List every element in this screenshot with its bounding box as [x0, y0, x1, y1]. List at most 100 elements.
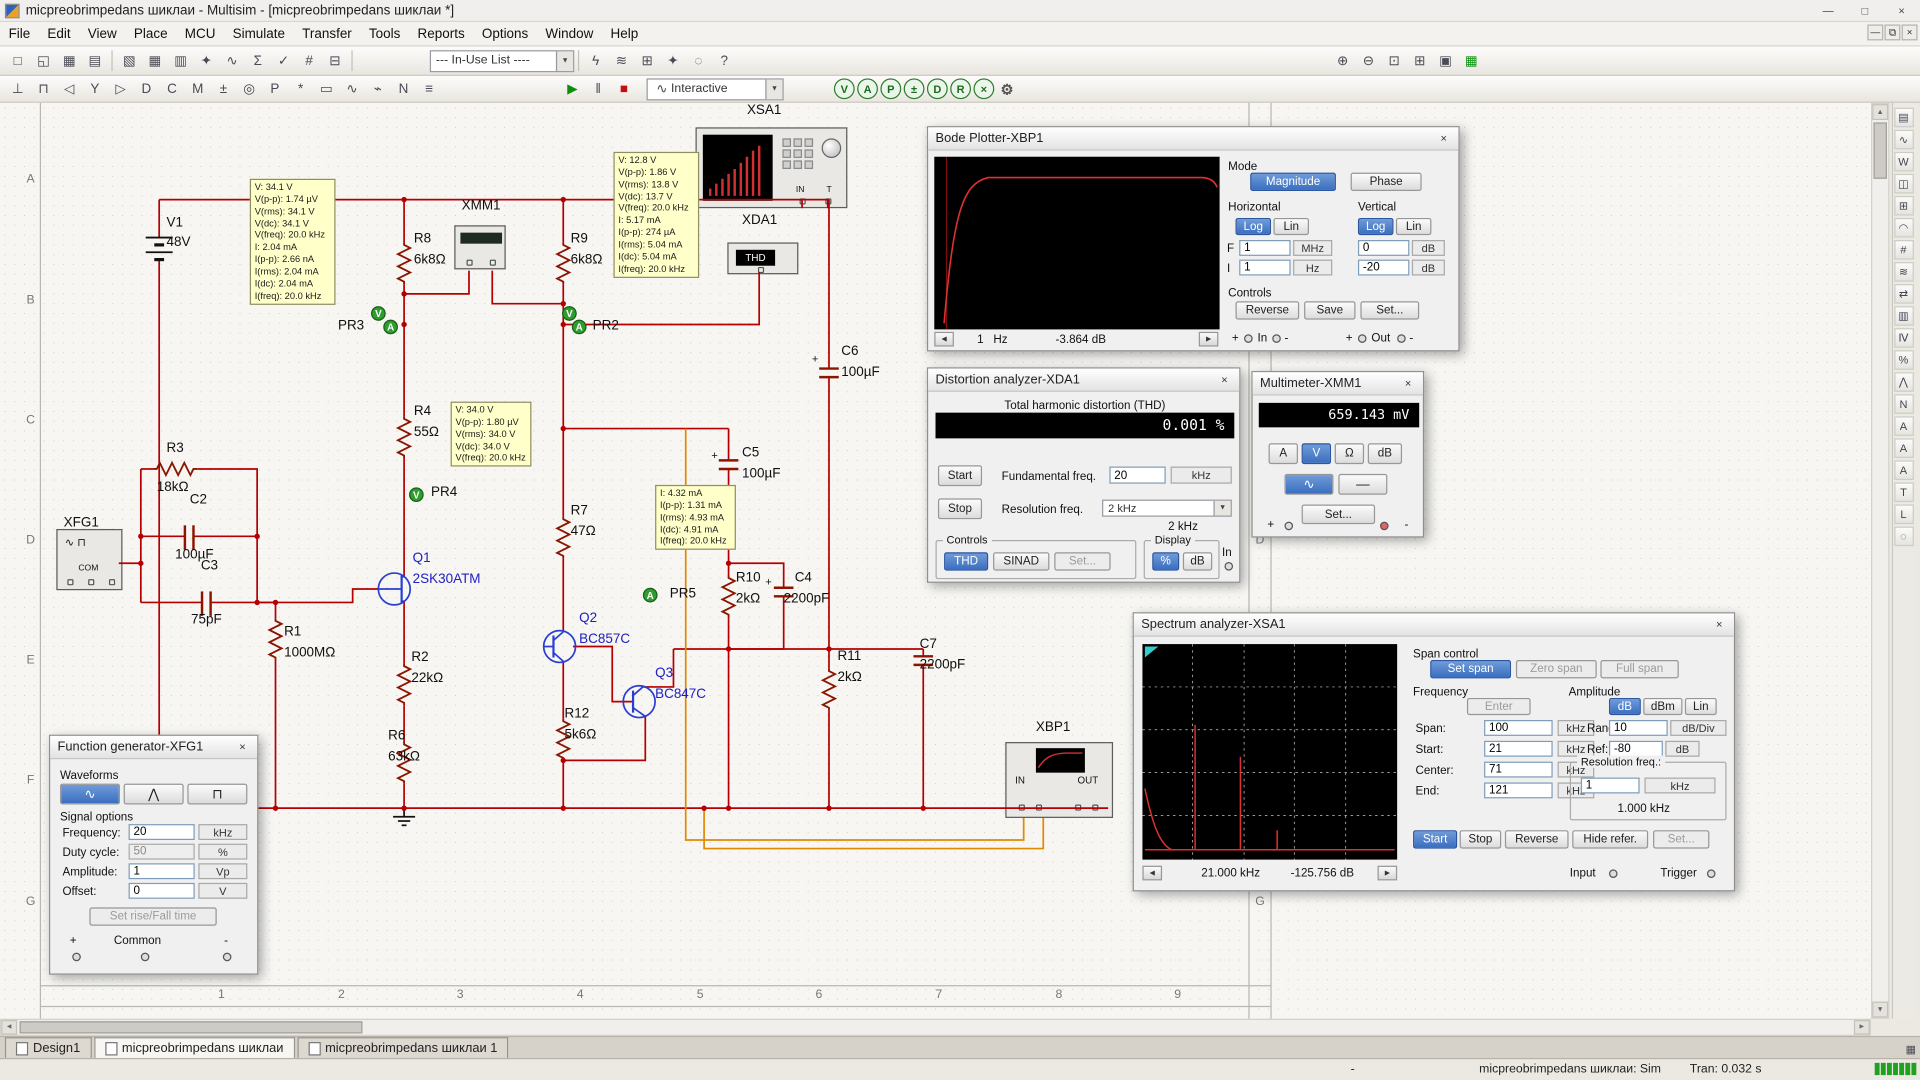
volt-button[interactable]: V: [1302, 443, 1331, 464]
window-titlebar[interactable]: Multimeter-XMM1 ×: [1253, 372, 1423, 395]
iv-analyzer-icon[interactable]: Ⅳ: [1894, 328, 1914, 348]
word-generator-icon[interactable]: ≋: [1894, 262, 1914, 282]
zoom-in-icon[interactable]: ⊕: [1330, 48, 1356, 72]
component-wizard-icon[interactable]: ✦: [193, 48, 219, 72]
terminal[interactable]: [1092, 804, 1098, 810]
place-misc-icon[interactable]: *: [288, 77, 314, 101]
reverse-button[interactable]: Reverse: [1505, 830, 1569, 848]
place-mixed-icon[interactable]: ±: [211, 77, 237, 101]
tektronix-oscilloscope-icon[interactable]: T: [1894, 482, 1914, 502]
logic-converter-icon[interactable]: ⇄: [1894, 284, 1914, 304]
network-analyzer-icon[interactable]: N: [1894, 394, 1914, 414]
frequency-input[interactable]: 20: [129, 824, 195, 840]
function-generator-symbol[interactable]: ∿ ⊓ COM: [56, 529, 122, 590]
scroll-left-icon[interactable]: ◄: [1, 1020, 17, 1035]
region-icon[interactable]: #: [296, 48, 322, 72]
thd-button[interactable]: THD: [944, 552, 988, 570]
postprocessor-icon[interactable]: Σ: [245, 48, 271, 72]
database-manager-icon[interactable]: ▥: [168, 48, 194, 72]
db-button[interactable]: dB: [1368, 443, 1402, 464]
distortion-analyzer-symbol[interactable]: THD: [727, 242, 798, 274]
multimeter-window[interactable]: Multimeter-XMM1 × 659.143 mV A V Ω dB ∿ …: [1251, 371, 1424, 538]
magnitude-button[interactable]: Magnitude: [1250, 173, 1336, 191]
place-bus-icon[interactable]: ≡: [416, 77, 442, 101]
spectrum-analyzer-icon[interactable]: ⋀: [1894, 372, 1914, 392]
zoom-area-icon[interactable]: ⊡: [1381, 48, 1407, 72]
differential-probe-icon[interactable]: ±: [904, 78, 925, 99]
horizontal-log-button[interactable]: Log: [1236, 218, 1272, 235]
cursor-right-button[interactable]: ►: [1199, 332, 1219, 347]
measurement-probe[interactable]: A: [572, 320, 587, 335]
spectrum-analyzer-window[interactable]: Spectrum analyzer-XSA1 × ◄ 21.000 kHz -1…: [1133, 612, 1735, 891]
child-restore-button[interactable]: ⧉: [1884, 24, 1900, 40]
window-titlebar[interactable]: Function generator-XFG1 ×: [50, 736, 257, 759]
end-input[interactable]: 121: [1484, 782, 1553, 798]
bode-plotter-symbol[interactable]: IN OUT: [1005, 742, 1113, 818]
agilent-oscilloscope-icon[interactable]: A: [1894, 460, 1914, 480]
sine-wave-button[interactable]: ∿: [60, 784, 120, 805]
find-icon[interactable]: ◌: [686, 48, 712, 72]
terminal[interactable]: [1075, 804, 1081, 810]
maximize-button[interactable]: □: [1847, 0, 1884, 22]
square-wave-button[interactable]: ⊓: [187, 784, 247, 805]
analysis-icon[interactable]: ≋: [609, 48, 635, 72]
terminal[interactable]: [1036, 804, 1042, 810]
minus-terminal[interactable]: [1380, 522, 1389, 531]
zero-span-button[interactable]: Zero span: [1516, 660, 1597, 678]
place-nc-module-icon[interactable]: N: [391, 77, 417, 101]
voltage-probe-icon[interactable]: V: [834, 78, 855, 99]
labview-instrument-icon[interactable]: L: [1894, 504, 1914, 524]
resolution-freq-dropdown[interactable]: 2 kHz ▼: [1102, 500, 1232, 517]
frequency-unit[interactable]: kHz: [198, 824, 247, 840]
scroll-up-icon[interactable]: ▲: [1872, 104, 1888, 120]
terminal[interactable]: [1019, 804, 1025, 810]
child-close-button[interactable]: ×: [1902, 24, 1918, 40]
oscilloscope-icon[interactable]: ◫: [1894, 174, 1914, 194]
current-clamp-icon[interactable]: ◌: [1894, 527, 1914, 547]
wizard-icon[interactable]: ✦: [660, 48, 686, 72]
distortion-analyzer-window[interactable]: Distortion analyzer-XDA1 × Total harmoni…: [927, 367, 1240, 583]
menu-item[interactable]: File: [0, 23, 39, 45]
bode-plotter-icon[interactable]: ◠: [1894, 218, 1914, 238]
in-plus-terminal[interactable]: [1244, 334, 1253, 343]
fundamental-freq-input[interactable]: 20: [1109, 467, 1165, 484]
place-transistor-icon[interactable]: Y: [82, 77, 108, 101]
db-button[interactable]: dB: [1609, 698, 1641, 715]
place-diode-icon[interactable]: ◁: [56, 77, 82, 101]
full-span-button[interactable]: Full span: [1600, 660, 1678, 678]
vertical-log-button[interactable]: Log: [1358, 218, 1394, 235]
terminal[interactable]: [67, 579, 73, 585]
dropdown-arrow-icon[interactable]: ▼: [556, 51, 573, 71]
trigger-terminal[interactable]: [1707, 869, 1716, 878]
menu-item[interactable]: Transfer: [294, 23, 361, 45]
sheet-tab[interactable]: micpreobrimpedans шиклаи: [94, 1037, 295, 1058]
design-toolbox-icon[interactable]: ▧: [116, 48, 142, 72]
vertical-scrollbar[interactable]: ▲ ▼: [1871, 103, 1889, 1019]
window-titlebar[interactable]: Spectrum analyzer-XSA1 ×: [1134, 613, 1734, 636]
place-basic-icon[interactable]: ⊓: [31, 77, 57, 101]
breadboard-icon[interactable]: ⊟: [322, 48, 348, 72]
menu-item[interactable]: Options: [473, 23, 537, 45]
digital-probe-icon[interactable]: D: [927, 78, 948, 99]
menu-item[interactable]: Help: [602, 23, 647, 45]
spectrum-analyzer-symbol[interactable]: IN T: [696, 127, 848, 208]
horizontal-initial-input[interactable]: 1: [1239, 260, 1290, 276]
triangle-wave-button[interactable]: ⋀: [124, 784, 184, 805]
set-button[interactable]: Set...: [1054, 552, 1110, 570]
new-icon[interactable]: □: [5, 48, 31, 72]
run-button[interactable]: ▶: [560, 77, 586, 101]
center-input[interactable]: 71: [1484, 762, 1553, 778]
cursor-right-button[interactable]: ►: [1378, 866, 1398, 881]
measurement-probe[interactable]: V: [409, 487, 424, 502]
zoom-fit-icon[interactable]: ⊞: [1407, 48, 1433, 72]
in-minus-terminal[interactable]: [1272, 334, 1281, 343]
tab-list-icon[interactable]: ▦: [1902, 1041, 1920, 1058]
set-button[interactable]: Set...: [1302, 504, 1375, 524]
place-ttl-icon[interactable]: D: [133, 77, 159, 101]
current-probe-icon[interactable]: A: [857, 78, 878, 99]
ampere-button[interactable]: A: [1269, 443, 1298, 464]
terminal[interactable]: [490, 260, 496, 266]
percent-button[interactable]: %: [1152, 552, 1179, 570]
menu-item[interactable]: Place: [125, 23, 176, 45]
vertical-final-input[interactable]: 0: [1358, 240, 1409, 256]
